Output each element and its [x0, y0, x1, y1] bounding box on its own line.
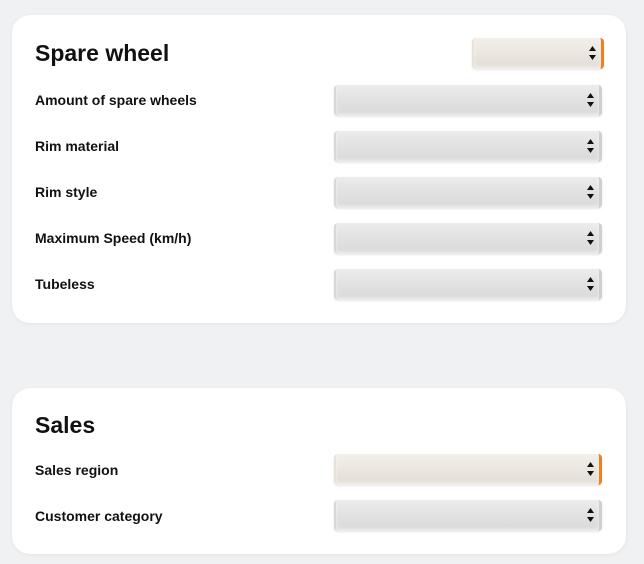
up-down-chevron-icon — [586, 229, 595, 247]
rim-style-label: Rim style — [35, 184, 98, 200]
section-title: Spare wheel — [35, 40, 170, 66]
up-down-chevron-icon — [586, 275, 595, 293]
customer-category-select[interactable] — [334, 500, 602, 531]
sales-section: Sales Sales region Customer category — [12, 388, 626, 554]
rim-style-select[interactable] — [334, 177, 602, 208]
up-down-chevron-icon — [586, 183, 595, 201]
tubeless-label: Tubeless — [35, 276, 95, 292]
rim-material-label: Rim material — [35, 138, 120, 154]
section-title: Sales — [35, 412, 96, 438]
customer-category-label: Customer category — [35, 508, 163, 524]
maximum-speed-label: Maximum Speed (km/h) — [35, 230, 192, 246]
sales-region-label: Sales region — [35, 462, 119, 478]
up-down-chevron-icon — [586, 91, 595, 109]
amount-of-spare-wheels-label: Amount of spare wheels — [35, 92, 197, 108]
spare-wheel-select[interactable] — [472, 38, 604, 69]
up-down-chevron-icon — [586, 506, 595, 524]
tubeless-select[interactable] — [334, 269, 602, 300]
up-down-chevron-icon — [586, 137, 595, 155]
amount-of-spare-wheels-select[interactable] — [334, 85, 602, 116]
sales-region-select[interactable] — [334, 454, 602, 485]
maximum-speed-select[interactable] — [334, 223, 602, 254]
spare-wheel-section: Spare wheel Amount of spare wheels Rim m… — [12, 15, 626, 323]
up-down-chevron-icon — [588, 44, 597, 62]
up-down-chevron-icon — [586, 460, 595, 478]
rim-material-select[interactable] — [334, 131, 602, 162]
